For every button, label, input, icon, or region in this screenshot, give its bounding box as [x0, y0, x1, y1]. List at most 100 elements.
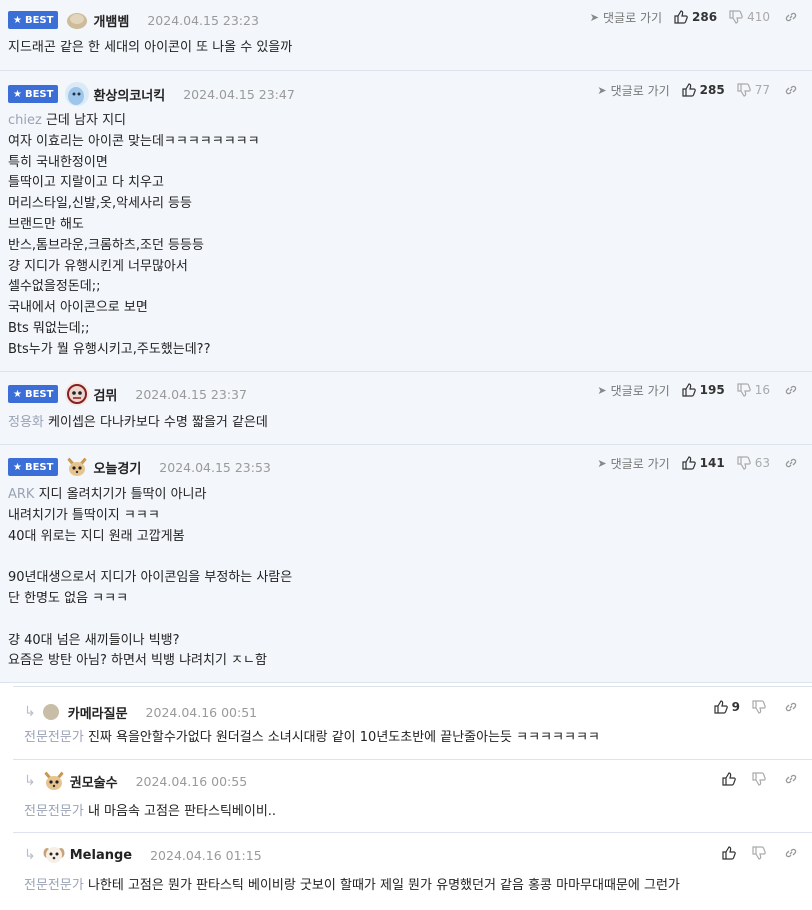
link-icon[interactable]: [784, 700, 798, 714]
comment-tools: ➤ 댓글로 가기 286 410: [590, 6, 798, 28]
timestamp: 2024.04.15 23:53: [159, 459, 271, 475]
reply-arrow-icon: ↳: [24, 773, 36, 789]
goto-label: 댓글로 가기: [610, 383, 670, 398]
quoted-user[interactable]: 전문전문가: [24, 730, 84, 745]
goto-comment-link[interactable]: ➤ 댓글로 가기: [590, 9, 662, 26]
avatar[interactable]: [42, 703, 60, 721]
nickname[interactable]: 개뱀벰: [93, 11, 129, 30]
best-badge: ★ BEST: [8, 11, 59, 29]
comment-line: 90년대생으로서 지디가 아이콘임을 부정하는 사람은: [8, 570, 293, 586]
goto-label: 댓글로 가기: [610, 456, 670, 471]
comment-tools: ➤ 댓글로 가기 141 63: [597, 452, 798, 474]
avatar[interactable]: [42, 843, 66, 867]
comment-line: 지디 올려치기가 틀딱이 아니라: [38, 487, 207, 502]
thumbs-up-icon: [682, 383, 696, 397]
link-icon[interactable]: [784, 383, 798, 397]
reply-header: ↳ 권모술수 2024.04.16 00:55: [24, 770, 247, 792]
link-icon[interactable]: [784, 846, 798, 860]
goto-label: 댓글로 가기: [610, 83, 670, 98]
quoted-user[interactable]: 전문전문가: [24, 804, 84, 819]
goto-comment-link[interactable]: ➤ 댓글로 가기: [597, 82, 669, 99]
dislike-button[interactable]: 16: [737, 383, 770, 397]
dislike-button[interactable]: [752, 772, 770, 786]
avatar[interactable]: [65, 455, 89, 479]
nickname[interactable]: 권모술수: [70, 772, 118, 791]
link-icon[interactable]: [784, 83, 798, 97]
link-icon[interactable]: [784, 10, 798, 24]
nickname[interactable]: 오늘경기: [93, 458, 141, 477]
like-button[interactable]: 9: [714, 700, 740, 714]
like-count: 195: [699, 383, 725, 397]
thumbs-down-icon: [752, 700, 766, 714]
link-icon[interactable]: [784, 772, 798, 786]
dislike-button[interactable]: 77: [737, 83, 770, 97]
quoted-user[interactable]: 정용화: [8, 415, 44, 430]
best-label: BEST: [24, 88, 54, 100]
avatar[interactable]: [65, 82, 90, 106]
dislike-button[interactable]: 63: [737, 456, 770, 470]
dislike-button[interactable]: 410: [729, 10, 770, 24]
comment-line: 여자 이효리는 아이콘 맞는데ㅋㅋㅋㅋㅋㅋㅋㅋ: [8, 133, 260, 149]
send-arrow-icon: ➤: [597, 83, 607, 97]
thumbs-up-icon: [682, 83, 696, 97]
like-button[interactable]: 286: [674, 10, 717, 24]
nickname[interactable]: Melange: [70, 848, 132, 863]
like-button[interactable]: 141: [682, 456, 725, 470]
comment-line: 걍 40대 넘은 새끼들이나 빅뱅?: [8, 632, 180, 648]
timestamp: 2024.04.15 23:47: [183, 86, 295, 102]
quoted-user[interactable]: 전문전문가: [24, 878, 84, 893]
comment-item: ★ BEST 환상의코너킥 2024.04.15 23:47 ➤ 댓글로 가기 28…: [0, 71, 812, 372]
send-arrow-icon: ➤: [589, 10, 600, 24]
thumbs-up-icon: [674, 10, 688, 24]
comment-tools: ➤ 댓글로 가기 285 77: [597, 79, 798, 101]
comment-item: ★ BEST 검뮈 2024.04.15 23:37 ➤ 댓글로 가기 195 16…: [0, 372, 812, 445]
reply-header: ↳ Melange 2024.04.16 01:15: [24, 844, 262, 866]
best-label: BEST: [24, 14, 54, 26]
avatar[interactable]: [42, 769, 66, 793]
comment-line: 단 한명도 없음 ㅋㅋㅋ: [8, 590, 129, 606]
timestamp: 2024.04.16 01:15: [150, 847, 262, 863]
quoted-user[interactable]: chiez: [8, 113, 42, 128]
like-count: 141: [699, 456, 725, 470]
dislike-button[interactable]: [752, 846, 770, 860]
comment-line: 40대 위로는 지디 원래 고깝게봄: [8, 528, 185, 544]
avatar[interactable]: [65, 382, 90, 406]
nickname[interactable]: 환상의코너킥: [93, 85, 165, 104]
reply-body: 전문전문가 나한테 고점은 뭔가 판타스틱 베이비랑 굿보이 할때가 제일 뭔가…: [24, 876, 680, 897]
reply-text: 나한테 고점은 뭔가 판타스틱 베이비랑 굿보이 할때가 제일 뭔가 유명했던거…: [87, 878, 680, 893]
comment-line: 셀수없을정돈데;;: [8, 279, 101, 295]
reply-item: ↳ 권모술수 2024.04.16 00:55 전문전문가 내 마음속 고점은 …: [13, 759, 812, 832]
nickname[interactable]: 검뮈: [93, 385, 117, 404]
like-count: 9: [731, 700, 740, 714]
comment-line: 틀딱이고 지랄이고 다 치우고: [8, 175, 164, 191]
comment-line: 반스,톰브라운,크롬하츠,조던 등등등: [8, 237, 204, 253]
thumbs-down-icon: [737, 83, 751, 97]
quoted-user[interactable]: ARK: [8, 487, 34, 502]
goto-label: 댓글로 가기: [603, 10, 663, 25]
nickname[interactable]: 카메라질문: [68, 703, 128, 722]
comment-line: 지드래곤 같은 한 세대의 아이콘이 또 나올 수 있을까: [8, 40, 293, 55]
dislike-button[interactable]: [752, 700, 770, 714]
send-arrow-icon: ➤: [597, 383, 607, 397]
comment-header: ★ BEST 환상의코너킥 2024.04.15 23:47: [8, 82, 295, 106]
goto-comment-link[interactable]: ➤ 댓글로 가기: [597, 382, 669, 399]
comment-line: 근데 남자 지디: [45, 113, 126, 128]
send-arrow-icon: ➤: [597, 456, 607, 470]
like-button[interactable]: 195: [682, 383, 725, 397]
dislike-count: 410: [747, 10, 770, 24]
timestamp: 2024.04.15 23:37: [135, 386, 247, 402]
goto-comment-link[interactable]: ➤ 댓글로 가기: [597, 455, 669, 472]
thumbs-down-icon: [729, 10, 743, 24]
link-icon[interactable]: [784, 456, 798, 470]
avatar[interactable]: [65, 8, 89, 32]
like-count: 286: [692, 10, 718, 24]
comment-line: 특히 국내한정이면: [8, 154, 108, 170]
like-button[interactable]: [722, 846, 740, 860]
like-button[interactable]: [722, 772, 740, 786]
best-badge: ★ BEST: [8, 458, 59, 476]
reply-body: 전문전문가 내 마음속 고점은 판타스틱베이비..: [24, 802, 276, 823]
comment-line: 케이셉은 다나카보다 수명 짧을거 같은데: [48, 415, 268, 430]
best-badge: ★ BEST: [8, 385, 59, 403]
thumbs-up-icon: [682, 456, 696, 470]
like-button[interactable]: 285: [682, 83, 725, 97]
